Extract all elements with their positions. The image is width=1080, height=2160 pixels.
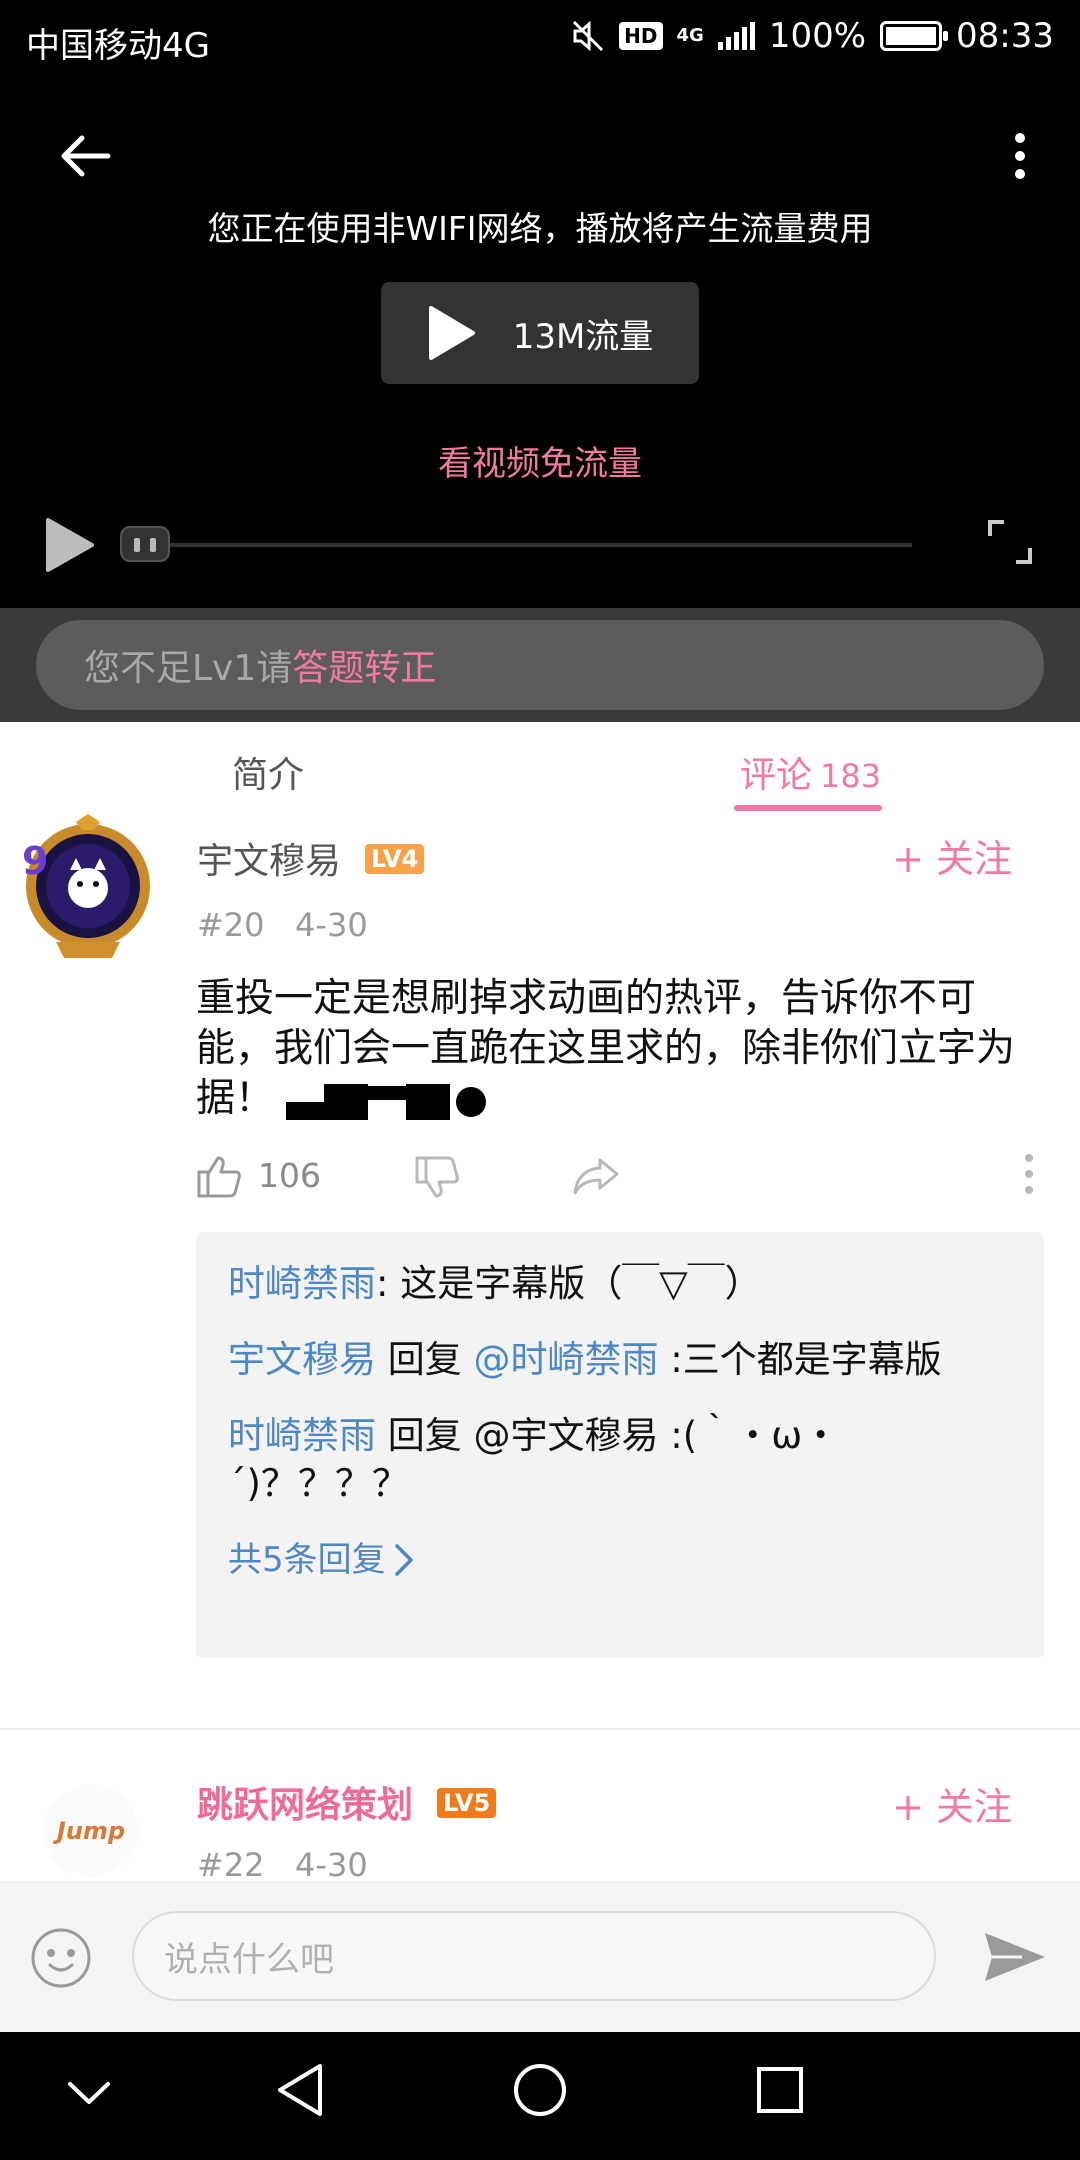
nav-back-icon[interactable] xyxy=(276,2062,324,2118)
battery-percent: 100% xyxy=(768,16,867,56)
like-count: 106 xyxy=(258,1156,321,1195)
free-data-link[interactable]: 看视频免流量 xyxy=(0,436,1080,485)
battery-icon xyxy=(880,21,949,51)
comment-actions: 106 xyxy=(196,1150,1036,1206)
level-badge: LV4 xyxy=(365,844,425,874)
reply-text: : 这是字幕版（￣▽￣） xyxy=(376,1262,762,1305)
tab-intro[interactable]: 简介 xyxy=(232,746,304,798)
comment-floor: #20 xyxy=(197,906,265,944)
comment-input[interactable]: 说点什么吧 xyxy=(132,1911,936,2001)
reply-item[interactable]: 宇文穆易 回复 @时崎禁雨 :三个都是字幕版 xyxy=(228,1336,1012,1384)
nav-home-icon[interactable] xyxy=(512,2062,568,2118)
comments-count: 183 xyxy=(820,757,882,795)
hd-badge: HD xyxy=(619,22,663,50)
active-tab-indicator xyxy=(734,805,882,811)
system-nav-bar xyxy=(0,2032,1080,2160)
tab-comments[interactable]: 评论 183 xyxy=(740,746,881,798)
comment-list[interactable]: 9 宇文穆易 LV4 + 关注 #20 4-30 重投一定是想刷掉求动画的热评，告… xyxy=(0,814,1080,1882)
player-play-icon[interactable] xyxy=(44,516,96,574)
fullscreen-icon[interactable] xyxy=(986,518,1034,566)
redacted-emoji xyxy=(286,1076,487,1126)
more-vertical-icon[interactable] xyxy=(1000,128,1040,184)
comment-username[interactable]: 宇文穆易 LV4 xyxy=(197,832,425,884)
view-more-replies-link[interactable]: 共5条回复 xyxy=(228,1536,1012,1584)
level-badge: LV5 xyxy=(437,1788,497,1818)
more-replies-label: 共5条回复 xyxy=(228,1540,386,1580)
avatar[interactable]: Jump xyxy=(44,1784,138,1878)
svg-text:9: 9 xyxy=(22,839,48,883)
play-data-label: 13M流量 xyxy=(512,316,654,357)
progress-track[interactable] xyxy=(170,543,912,547)
quiz-link[interactable]: 答题转正 xyxy=(292,639,436,691)
signal-icon xyxy=(717,22,755,50)
danmaku-bar: 您不足Lv1请 答题转正 xyxy=(0,608,1080,722)
reply-word: 回复 xyxy=(376,1338,474,1381)
reply-text: :三个都是字幕版 xyxy=(658,1338,942,1381)
comment-date: 4-30 xyxy=(295,906,368,944)
reply-mention[interactable]: @时崎禁雨 xyxy=(474,1338,659,1381)
follow-button[interactable]: + 关注 xyxy=(892,1776,1012,1831)
comment-more-icon[interactable] xyxy=(1022,1152,1036,1196)
chevron-right-icon xyxy=(394,1544,413,1576)
comment-meta: #22 4-30 xyxy=(197,1846,368,1882)
mobile-data-notice: 您正在使用非WIFI网络，播放将产生流量费用 xyxy=(207,209,873,248)
reply-author[interactable]: 时崎禁雨 xyxy=(228,1262,376,1305)
danmaku-prefix: 您不足Lv1请 xyxy=(84,648,293,689)
comment-divider xyxy=(0,1728,1080,1730)
share-icon[interactable] xyxy=(572,1156,620,1196)
emoji-icon[interactable] xyxy=(30,1927,92,1989)
status-bar: 中国移动4G HD 4G 100% 08:33 xyxy=(0,0,1080,76)
comment-date: 4-30 xyxy=(295,1846,368,1882)
reply-item[interactable]: 时崎禁雨: 这是字幕版（￣▽￣） xyxy=(228,1260,1012,1308)
tab-bar: 简介 评论 183 xyxy=(0,722,1080,814)
carrier-label: 中国移动4G xyxy=(26,26,210,66)
mute-icon xyxy=(573,20,604,52)
avatar[interactable]: 9 xyxy=(16,814,160,964)
network-type: 4G xyxy=(676,25,704,46)
play-icon xyxy=(428,306,475,360)
comment-floor: #22 xyxy=(197,1846,265,1882)
username-text: 宇文穆易 xyxy=(197,841,342,882)
follow-button[interactable]: + 关注 xyxy=(892,828,1012,883)
play-with-data-button[interactable]: 13M流量 xyxy=(381,282,699,384)
comment-input-bar: 说点什么吧 xyxy=(0,1882,1080,2032)
danmaku-input[interactable]: 您不足Lv1请 答题转正 xyxy=(36,620,1044,710)
avatar-logo-text: Jump xyxy=(56,1817,126,1845)
comment-username[interactable]: 跳跃网络策划 LV5 xyxy=(197,1776,497,1828)
progress-thumb[interactable] xyxy=(120,526,170,562)
send-icon[interactable] xyxy=(982,1929,1048,1985)
comment-meta: #20 4-30 xyxy=(197,906,368,944)
username-text: 跳跃网络策划 xyxy=(197,1785,414,1826)
clock: 08:33 xyxy=(956,16,1054,56)
reply-item[interactable]: 时崎禁雨 回复 @宇文穆易 :(｀・ω・´)？？？？ xyxy=(228,1412,1012,1508)
thumbs-up-icon[interactable] xyxy=(196,1154,242,1198)
back-arrow-icon[interactable] xyxy=(56,128,112,184)
thumbs-down-icon[interactable] xyxy=(414,1156,460,1200)
reply-mention: @宇文穆易 xyxy=(473,1414,659,1457)
reply-author[interactable]: 时崎禁雨 xyxy=(228,1414,376,1457)
reply-author[interactable]: 宇文穆易 xyxy=(228,1338,376,1381)
comment-text: 重投一定是想刷掉求动画的热评，告诉你不可能，我们会一直跪在这里求的，除非你们立字… xyxy=(196,974,1046,1126)
reply-box[interactable]: 时崎禁雨: 这是字幕版（￣▽￣） 宇文穆易 回复 @时崎禁雨 :三个都是字幕版 … xyxy=(196,1232,1044,1658)
tab-comments-label: 评论 xyxy=(740,755,813,796)
status-icons: HD 4G 100% 08:33 xyxy=(571,16,1054,56)
reply-word: 回复 xyxy=(376,1414,474,1457)
chevron-down-icon[interactable] xyxy=(66,2078,112,2108)
video-player[interactable]: 您正在使用非WIFI网络，播放将产生流量费用 13M流量 看视频免流量 xyxy=(0,76,1080,608)
nav-recents-icon[interactable] xyxy=(756,2066,804,2114)
